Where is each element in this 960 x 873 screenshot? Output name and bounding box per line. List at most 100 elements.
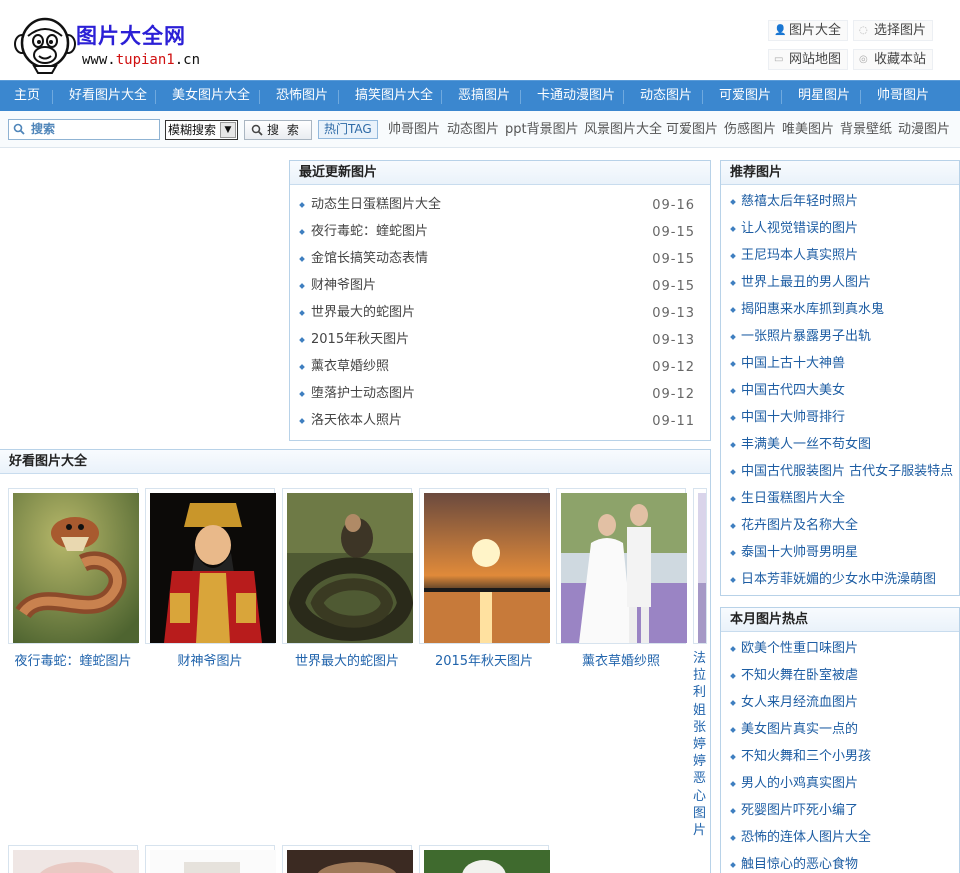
tag-link[interactable]: 背景壁纸	[840, 120, 892, 139]
nav-divider	[52, 90, 53, 104]
picture-caption[interactable]: 财神爷图片	[145, 650, 275, 669]
nav-item-cute-pictures[interactable]: 可爱图片	[719, 81, 771, 111]
bullet-icon	[730, 862, 736, 868]
tag-link[interactable]: 唯美图片	[782, 120, 834, 139]
bullet-icon	[730, 388, 736, 394]
tag-link[interactable]: 风景图片大全	[584, 120, 662, 139]
item-title: 夜行毒蛇：蝰蛇图片	[311, 224, 429, 239]
nav-divider	[702, 90, 703, 104]
picture-card[interactable]	[282, 488, 413, 644]
monkey-logo-icon	[14, 17, 76, 74]
toplink-label: 网站地图	[789, 52, 842, 67]
bullet-icon	[730, 781, 736, 787]
picture-card[interactable]	[693, 488, 707, 644]
item-date: 09-16	[652, 198, 695, 213]
item-title: 日本芳菲妩媚的少女水中洗澡萌图	[741, 572, 937, 587]
nav-divider	[860, 90, 861, 104]
picture-card[interactable]	[8, 488, 139, 644]
tag-link[interactable]: 伤感图片	[724, 120, 776, 139]
nav-item-beauty-pictures[interactable]: 美女图片大全	[172, 81, 250, 111]
chevron-down-icon: ▼	[220, 122, 236, 138]
nav-item-horror-pictures[interactable]: 恐怖图片	[276, 81, 328, 111]
picture-card[interactable]	[419, 845, 550, 873]
anaconda-image	[287, 493, 413, 643]
logo-url-suffix: .cn	[174, 52, 201, 68]
box-header: 好看图片大全	[0, 450, 710, 474]
item-title: 王尼玛本人真实照片	[741, 248, 859, 263]
tag-link[interactable]: 帅哥图片	[388, 120, 440, 139]
picture-caption[interactable]: 世界最大的蛇图片	[282, 650, 412, 669]
nav-item-animated-pictures[interactable]: 动态图片	[640, 81, 692, 111]
nav-item-spoof-pictures[interactable]: 恶搞图片	[458, 81, 510, 111]
item-title: 财神爷图片	[311, 278, 377, 293]
box-header: 最近更新图片	[290, 161, 710, 185]
site-header: 图片大全网 www.tupian1.cn 👤 图片大全 ◌ 选择图片 ▭ 网站地…	[0, 0, 960, 80]
toplink-bookmark[interactable]: ◎ 收藏本站	[853, 49, 934, 70]
bullet-icon	[730, 253, 736, 259]
box-header: 推荐图片	[721, 161, 959, 185]
picture-caption[interactable]: 2015年秋天图片	[419, 650, 549, 669]
item-title: 中国上古十大神兽	[741, 356, 846, 371]
recommend-title: 推荐图片	[730, 165, 783, 180]
logo-url-prefix: www.	[82, 52, 116, 68]
toplink-picture-collection[interactable]: 👤 图片大全	[768, 20, 849, 41]
nav-divider	[781, 90, 782, 104]
search-icon	[13, 123, 25, 135]
nav-divider	[520, 90, 521, 104]
item-title: 不知火舞在卧室被虐	[741, 668, 859, 683]
bullet-icon	[730, 307, 736, 313]
nav-item-handsome-pictures[interactable]: 帅哥图片	[877, 81, 929, 111]
nav-item-nice-pictures[interactable]: 好看图片大全	[69, 81, 147, 111]
item-title: 动态生日蛋糕图片大全	[311, 197, 442, 212]
tag-link[interactable]: 可爱图片	[666, 120, 718, 139]
item-title: 女人来月经流血图片	[741, 695, 859, 710]
item-date: 09-15	[652, 252, 695, 267]
tag-link[interactable]: 动态图片	[447, 120, 499, 139]
cup-image	[150, 850, 276, 873]
item-title: 花卉图片及名称大全	[741, 518, 859, 533]
picture-card[interactable]	[556, 488, 687, 644]
picture-card[interactable]	[145, 845, 276, 873]
recommend-box: 推荐图片 慈禧太后年轻时照片 让人视觉错误的图片 王尼玛本人真实照片 世界上最丑…	[720, 160, 960, 596]
bullet-icon	[730, 199, 736, 205]
search-button[interactable]: 搜 索	[244, 120, 312, 140]
logo-url-brand: tupian1	[115, 52, 175, 68]
item-title: 2015年秋天图片	[311, 332, 410, 347]
item-title: 让人视觉错误的图片	[741, 221, 859, 236]
nav-item-funny-pictures[interactable]: 搞笑图片大全	[355, 81, 433, 111]
search-input[interactable]: 搜索	[8, 119, 160, 140]
bullet-icon	[730, 808, 736, 814]
item-title: 中国十大帅哥排行	[741, 410, 846, 425]
bullet-icon	[299, 391, 305, 397]
item-title: 金馆长搞笑动态表情	[311, 251, 429, 266]
picture-card[interactable]	[282, 845, 413, 873]
main-nav: 主页 好看图片大全 美女图片大全 恐怖图片 搞笑图片大全 恶搞图片 卡通动漫图片…	[0, 80, 960, 111]
toplink-sitemap[interactable]: ▭ 网站地图	[768, 49, 849, 70]
box-header: 本月图片热点	[721, 608, 959, 632]
item-date: 09-15	[652, 279, 695, 294]
item-title: 世界上最丑的男人图片	[741, 275, 872, 290]
picture-card[interactable]	[419, 488, 550, 644]
picture-caption[interactable]: 法拉利姐张婷婷恶心图片	[693, 650, 707, 839]
nav-item-home[interactable]: 主页	[14, 81, 40, 111]
item-title: 男人的小鸡真实图片	[741, 776, 859, 791]
picture-caption[interactable]: 夜行毒蛇：蝰蛇图片	[8, 650, 138, 669]
tag-link[interactable]: ppt背景图片	[505, 120, 579, 139]
bullet-icon	[299, 202, 305, 208]
search-mode-select[interactable]: 模糊搜索 ▼	[165, 120, 238, 140]
nav-item-star-pictures[interactable]: 明星图片	[798, 81, 850, 111]
picture-caption[interactable]: 薰衣草婚纱照	[556, 650, 686, 669]
monthly-hot-title: 本月图片热点	[730, 612, 809, 627]
tag-link[interactable]: 动漫图片	[898, 120, 950, 139]
toplink-choose-picture[interactable]: ◌ 选择图片	[853, 20, 934, 41]
logo-url: www.tupian1.cn	[82, 52, 200, 68]
gallery-title: 好看图片大全	[9, 454, 88, 469]
site-logo[interactable]: 图片大全网 www.tupian1.cn	[14, 14, 224, 74]
picture-card[interactable]	[145, 488, 276, 644]
bullet-icon	[730, 673, 736, 679]
picture-card[interactable]	[8, 845, 139, 873]
nav-item-cartoon-pictures[interactable]: 卡通动漫图片	[537, 81, 615, 111]
recent-updates-title: 最近更新图片	[299, 165, 378, 180]
nav-divider	[623, 90, 624, 104]
item-title: 一张照片暴露男子出轨	[741, 329, 872, 344]
